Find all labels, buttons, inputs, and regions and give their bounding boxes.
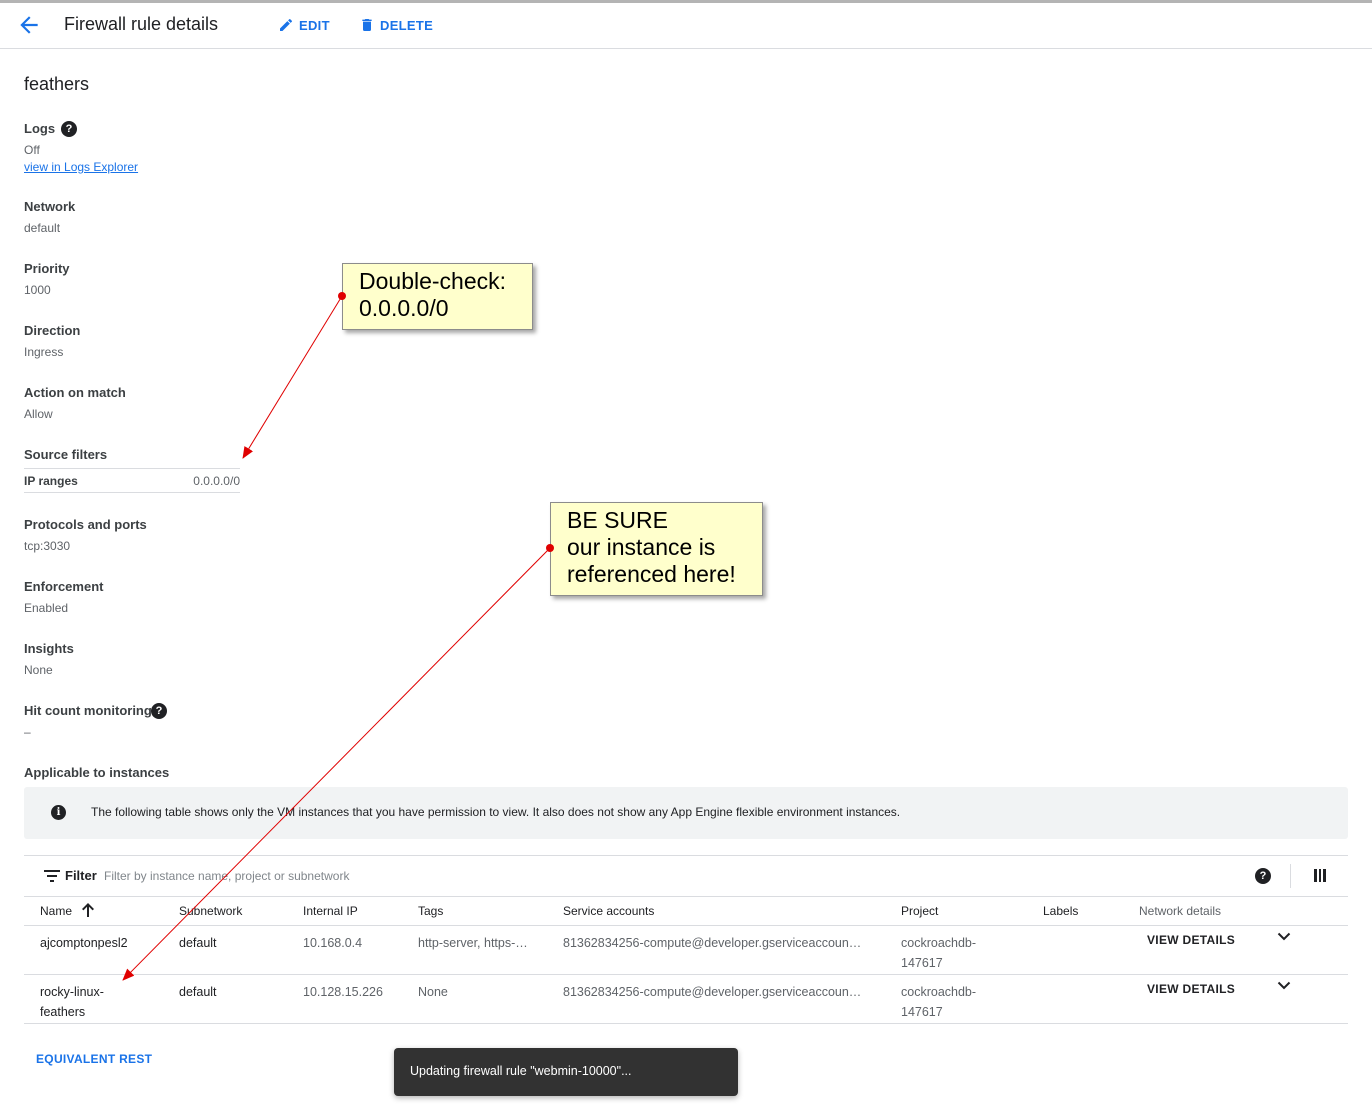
filter-icon[interactable] — [44, 870, 60, 882]
direction-value: Ingress — [24, 345, 64, 359]
instance-subnetwork: default — [179, 985, 217, 999]
action-label: Action on match — [24, 385, 126, 400]
instance-name[interactable]: rocky-linux-feathers — [40, 982, 120, 1022]
instance-project: cockroachdb-147617 — [901, 936, 977, 970]
delete-label: DELETE — [380, 17, 434, 33]
column-header-subnetwork[interactable]: Subnetwork — [179, 904, 242, 918]
insights-value: None — [24, 663, 53, 677]
ip-ranges-value: 0.0.0.0/0 — [193, 474, 240, 488]
back-arrow-icon[interactable] — [16, 12, 42, 38]
instance-subnetwork: default — [179, 936, 217, 950]
snackbar-toast: Updating firewall rule "webmin-10000"... — [394, 1048, 738, 1096]
annotation-callout-instance: BE SURE our instance is referenced here! — [550, 502, 763, 596]
help-icon[interactable]: ? — [61, 121, 77, 137]
table-filter-bar: Filter ? — [24, 855, 1348, 897]
column-display-icon[interactable] — [1314, 869, 1327, 882]
column-header-tags[interactable]: Tags — [418, 904, 443, 918]
annotation-arrow-ip — [242, 295, 343, 459]
edit-button[interactable]: EDIT — [278, 15, 330, 35]
ip-ranges-row: IP ranges 0.0.0.0/0 — [24, 468, 240, 493]
column-header-network-details: Network details — [1139, 904, 1222, 918]
network-value: default — [24, 221, 61, 235]
action-value: Allow — [24, 407, 53, 421]
insights-label: Insights — [24, 641, 74, 656]
applicable-instances-label: Applicable to instances — [24, 765, 170, 780]
table-row: rocky-linux-feathers default 10.128.15.2… — [24, 975, 1348, 1024]
column-header-internal-ip[interactable]: Internal IP — [303, 904, 358, 918]
page-title: Firewall rule details — [64, 14, 219, 34]
logs-explorer-link[interactable]: view in Logs Explorer — [24, 160, 138, 174]
filter-input[interactable] — [104, 865, 664, 887]
view-details-button[interactable]: VIEW DETAILS — [1147, 933, 1235, 947]
table-row: ajcomptonpesl2 default 10.168.0.4 http-s… — [24, 926, 1348, 975]
chevron-down-icon[interactable] — [1277, 981, 1291, 991]
column-header-service-accounts[interactable]: Service accounts — [563, 904, 654, 918]
instance-tags: http-server, https-… — [418, 936, 528, 950]
view-details-button[interactable]: VIEW DETAILS — [1147, 982, 1235, 996]
help-icon[interactable]: ? — [151, 703, 167, 719]
protocols-value: tcp:3030 — [24, 539, 71, 553]
ip-ranges-label: IP ranges — [24, 474, 78, 488]
instance-project: cockroachdb-147617 — [901, 985, 977, 1019]
table-header: Name Subnetwork Internal IP Tags Service… — [24, 897, 1348, 926]
protocols-label: Protocols and ports — [24, 517, 147, 532]
logs-value: Off — [24, 143, 40, 157]
enforcement-label: Enforcement — [24, 579, 104, 594]
hit-count-label: Hit count monitoring — [24, 703, 152, 718]
instance-internal-ip: 10.168.0.4 — [303, 936, 363, 950]
toast-message: Updating firewall rule "webmin-10000"... — [410, 1064, 632, 1078]
rule-name: feathers — [24, 74, 90, 94]
enforcement-value: Enabled — [24, 601, 69, 615]
annotation-callout-ip: Double-check: 0.0.0.0/0 — [342, 263, 533, 330]
network-label: Network — [24, 199, 76, 214]
hit-count-value: – — [24, 725, 31, 739]
logs-label: Logs — [24, 121, 56, 136]
pencil-icon — [280, 18, 293, 31]
instance-name[interactable]: ajcomptonpesl2 — [40, 933, 128, 953]
source-filters-label: Source filters — [24, 447, 108, 462]
instance-service-account: 81362834256-compute@developer.gserviceac… — [563, 985, 862, 999]
app-bar: Firewall rule details EDIT DELETE — [0, 3, 1372, 49]
column-header-labels[interactable]: Labels — [1043, 904, 1078, 918]
filter-label[interactable]: Filter — [65, 868, 97, 883]
priority-value: 1000 — [24, 283, 51, 297]
edit-label: EDIT — [299, 17, 330, 33]
column-header-project[interactable]: Project — [901, 904, 938, 918]
instance-tags: None — [418, 985, 448, 999]
trash-icon — [362, 19, 372, 31]
sort-ascending-icon[interactable] — [81, 902, 95, 918]
priority-label: Priority — [24, 261, 70, 276]
info-banner-text: The following table shows only the VM in… — [91, 805, 901, 819]
table-help-icon[interactable]: ? — [1255, 868, 1271, 884]
info-icon: i — [51, 805, 66, 820]
instance-service-account: 81362834256-compute@developer.gserviceac… — [563, 936, 862, 950]
chevron-down-icon[interactable] — [1277, 932, 1291, 942]
equivalent-rest-button[interactable]: EQUIVALENT REST — [36, 1052, 152, 1066]
delete-button[interactable]: DELETE — [359, 15, 433, 35]
toolbar-divider — [1290, 864, 1291, 888]
direction-label: Direction — [24, 323, 81, 338]
info-banner: i The following table shows only the VM … — [24, 787, 1348, 839]
instance-internal-ip: 10.128.15.226 — [303, 985, 383, 999]
column-header-name[interactable]: Name — [40, 904, 72, 918]
